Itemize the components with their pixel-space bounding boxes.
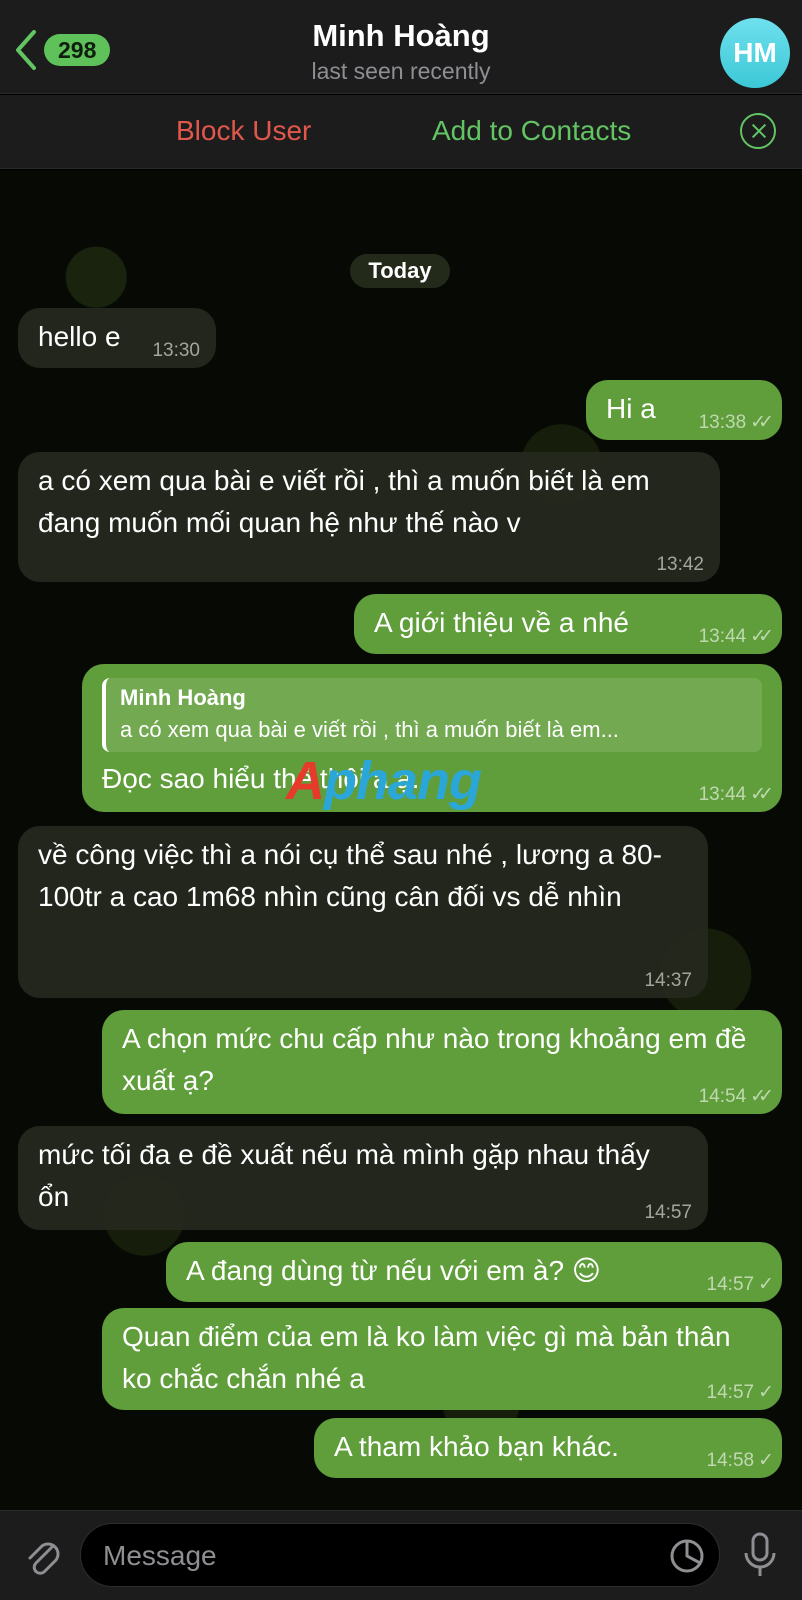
message-time: 13:38: [698, 412, 747, 433]
message-time: 13:44: [698, 784, 747, 805]
message-time: 14:57: [706, 1274, 755, 1295]
message-bubble-outgoing[interactable]: Quan điểm của em là ko làm việc gì mà bả…: [102, 1308, 782, 1410]
sticker-icon[interactable]: [669, 1538, 705, 1574]
reply-preview[interactable]: Minh Hoàng a có xem qua bài e viết rồi ,…: [102, 678, 762, 752]
close-icon[interactable]: [740, 113, 776, 149]
reply-snippet: a có xem qua bài e viết rồi , thì a muốn…: [120, 717, 619, 742]
date-chip: Today: [350, 254, 450, 288]
message-bubble-outgoing[interactable]: A tham khảo bạn khác. 14:58 ✓: [314, 1418, 782, 1478]
message-text: A đang dùng từ nếu với em à? 😊: [186, 1255, 601, 1286]
sent-check-icon: ✓: [758, 1382, 774, 1403]
message-bubble-outgoing[interactable]: Hi a 13:38 ✓✓: [586, 380, 782, 440]
message-time: 14:57: [644, 1202, 692, 1223]
block-user-button[interactable]: Block User: [176, 115, 311, 147]
message-time: 14:37: [644, 970, 692, 991]
chat-header: 298 Minh Hoàng last seen recently HM: [0, 0, 802, 94]
message-bubble-incoming[interactable]: về công việc thì a nói cụ thể sau nhé , …: [18, 826, 708, 998]
message-bubble-incoming[interactable]: a có xem qua bài e viết rồi , thì a muốn…: [18, 452, 720, 582]
message-bubble-outgoing[interactable]: A đang dùng từ nếu với em à? 😊 14:57 ✓: [166, 1242, 782, 1302]
message-time: 14:54: [698, 1086, 747, 1107]
message-input-wrapper: [80, 1523, 720, 1587]
message-bubble-outgoing[interactable]: A chọn mức chu cấp như nào trong khoảng …: [102, 1010, 782, 1114]
message-time: 13:44: [698, 626, 747, 647]
avatar[interactable]: HM: [720, 18, 790, 88]
message-text: A giới thiệu về a nhé: [374, 607, 629, 638]
reply-author: Minh Hoàng: [120, 685, 246, 710]
message-text: về công việc thì a nói cụ thể sau nhé , …: [38, 839, 662, 912]
read-check-icon: ✓✓: [750, 1086, 774, 1107]
message-bubble-outgoing[interactable]: A giới thiệu về a nhé 13:44 ✓✓: [354, 594, 782, 654]
add-to-contacts-button[interactable]: Add to Contacts: [432, 115, 631, 147]
chat-status: last seen recently: [311, 58, 491, 84]
message-time: 14:58: [706, 1450, 755, 1471]
message-time: 13:42: [656, 554, 704, 575]
message-text: A chọn mức chu cấp như nào trong khoảng …: [122, 1023, 747, 1096]
watermark-logo: Aphang: [286, 751, 482, 811]
message-time: 14:57: [706, 1382, 755, 1403]
message-text: hello e: [38, 321, 121, 352]
chat-title[interactable]: Minh Hoàng: [0, 18, 802, 54]
message-bubble-incoming[interactable]: mức tối đa e đề xuất nếu mà mình gặp nha…: [18, 1126, 708, 1230]
message-bubble-incoming[interactable]: hello e 13:30: [18, 308, 216, 368]
microphone-icon[interactable]: [740, 1531, 780, 1579]
message-time: 13:30: [152, 340, 200, 361]
message-text: A tham khảo bạn khác.: [334, 1431, 619, 1462]
read-check-icon: ✓✓: [750, 784, 774, 805]
composer-bar: [0, 1510, 802, 1600]
attach-icon[interactable]: [22, 1533, 62, 1577]
sent-check-icon: ✓: [758, 1274, 774, 1295]
message-text: mức tối đa e đề xuất nếu mà mình gặp nha…: [38, 1139, 650, 1212]
read-check-icon: ✓✓: [750, 626, 774, 647]
action-bar: Block User Add to Contacts: [0, 95, 802, 169]
message-text: a có xem qua bài e viết rồi , thì a muốn…: [38, 465, 650, 538]
sent-check-icon: ✓: [758, 1450, 774, 1471]
message-text: Hi a: [606, 393, 656, 424]
message-input[interactable]: [103, 1534, 623, 1578]
message-text: Quan điểm của em là ko làm việc gì mà bả…: [122, 1321, 731, 1394]
chat-area[interactable]: Today hello e 13:30 Hi a 13:38 ✓✓ a có xe…: [0, 170, 802, 1510]
read-check-icon: ✓✓: [750, 412, 774, 433]
